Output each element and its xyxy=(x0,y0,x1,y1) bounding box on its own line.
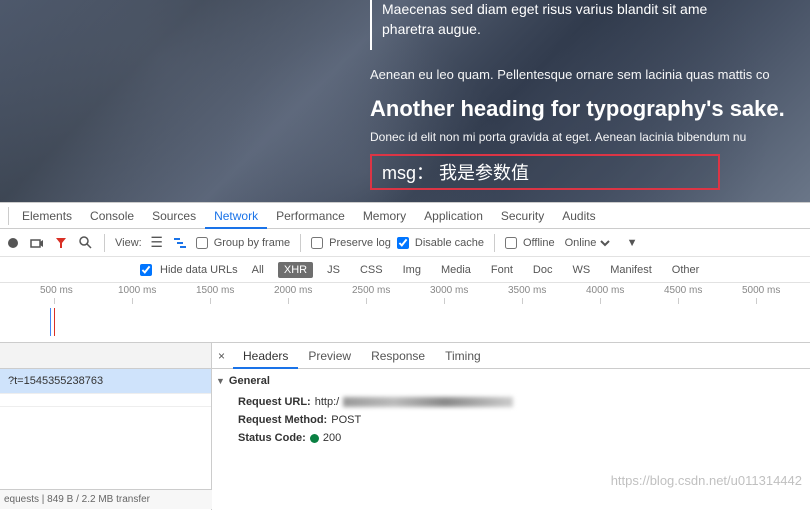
filter-doc[interactable]: Doc xyxy=(527,262,559,278)
status-dot-icon xyxy=(310,434,319,443)
group-by-frame-label: Group by frame xyxy=(214,237,290,249)
filter-all[interactable]: All xyxy=(246,262,270,278)
network-toolbar: View: ☰ Group by frame Preserve log Disa… xyxy=(0,229,810,257)
preserve-log-checkbox[interactable] xyxy=(311,237,323,249)
filter-js[interactable]: JS xyxy=(321,262,346,278)
view-label: View: xyxy=(115,237,142,249)
msg-highlight-box: msg： 我是参数值 xyxy=(370,154,720,190)
request-footer: equests | 849 B / 2.2 MB transfer xyxy=(0,489,212,509)
status-code-row: Status Code: 200 xyxy=(212,429,810,447)
tab-console[interactable]: Console xyxy=(81,209,143,223)
waterfall-view-icon[interactable] xyxy=(172,234,190,252)
general-section-toggle[interactable]: ▼ General xyxy=(212,369,810,393)
list-view-icon[interactable]: ☰ xyxy=(148,234,166,252)
hide-data-urls-checkbox[interactable] xyxy=(140,264,152,276)
heading-typography: Another heading for typography's sake. xyxy=(370,96,810,122)
filter-media[interactable]: Media xyxy=(435,262,477,278)
camera-icon[interactable] xyxy=(28,234,46,252)
timeline[interactable]: 500 ms 1000 ms 1500 ms 2000 ms 2500 ms 3… xyxy=(0,283,810,343)
hide-data-urls-label: Hide data URLs xyxy=(160,264,238,276)
request-details: × Headers Preview Response Timing ▼ Gene… xyxy=(212,343,810,510)
group-by-frame-checkbox[interactable] xyxy=(196,237,208,249)
filter-img[interactable]: Img xyxy=(397,262,427,278)
request-row-empty xyxy=(0,394,211,407)
dropdown-arrow-icon[interactable]: ▼ xyxy=(627,237,638,249)
detail-tab-preview[interactable]: Preview xyxy=(298,349,361,363)
body-text: Donec id elit non mi porta gravida at eg… xyxy=(370,130,810,144)
close-icon[interactable]: × xyxy=(218,349,225,363)
tab-sources[interactable]: Sources xyxy=(143,209,205,223)
filter-other[interactable]: Other xyxy=(666,262,706,278)
tab-network[interactable]: Network xyxy=(205,203,267,229)
hero-banner: Maecenas sed diam eget risus varius blan… xyxy=(0,0,810,202)
tab-elements[interactable]: Elements xyxy=(13,209,81,223)
request-row[interactable]: ?t=1545355238763 xyxy=(0,369,211,394)
filter-css[interactable]: CSS xyxy=(354,262,389,278)
request-url-row: Request URL: http:/ xyxy=(212,393,810,411)
filter-manifest[interactable]: Manifest xyxy=(604,262,658,278)
filter-font[interactable]: Font xyxy=(485,262,519,278)
preserve-log-label: Preserve log xyxy=(329,237,391,249)
lead-text: Aenean eu leo quam. Pellentesque ornare … xyxy=(370,67,810,82)
tab-security[interactable]: Security xyxy=(492,209,553,223)
filter-xhr[interactable]: XHR xyxy=(278,262,313,278)
record-button[interactable] xyxy=(4,234,22,252)
tab-audits[interactable]: Audits xyxy=(553,209,604,223)
tab-memory[interactable]: Memory xyxy=(354,209,415,223)
watermark-text: https://blog.csdn.net/u011314442 xyxy=(611,473,802,488)
chevron-down-icon: ▼ xyxy=(216,376,225,386)
detail-tab-headers[interactable]: Headers xyxy=(233,343,298,369)
filter-bar: Hide data URLs All XHR JS CSS Img Media … xyxy=(0,257,810,283)
request-method-row: Request Method: POST xyxy=(212,411,810,429)
tab-application[interactable]: Application xyxy=(415,209,492,223)
detail-tab-timing[interactable]: Timing xyxy=(435,349,491,363)
search-icon[interactable] xyxy=(76,234,94,252)
throttling-select[interactable]: Online xyxy=(561,236,613,250)
offline-label: Offline xyxy=(523,237,555,249)
devtools-panel: Elements Console Sources Network Perform… xyxy=(0,202,810,510)
filter-ws[interactable]: WS xyxy=(566,262,596,278)
detail-tab-response[interactable]: Response xyxy=(361,349,435,363)
disable-cache-checkbox[interactable] xyxy=(397,237,409,249)
offline-checkbox[interactable] xyxy=(505,237,517,249)
devtools-tabs: Elements Console Sources Network Perform… xyxy=(0,203,810,229)
tab-performance[interactable]: Performance xyxy=(267,209,354,223)
blurred-url xyxy=(343,397,513,407)
filter-icon[interactable] xyxy=(52,234,70,252)
request-list: ?t=1545355238763 equests | 849 B / 2.2 M… xyxy=(0,343,212,510)
blockquote-text: Maecenas sed diam eget risus varius blan… xyxy=(370,0,810,39)
disable-cache-label: Disable cache xyxy=(415,237,484,249)
